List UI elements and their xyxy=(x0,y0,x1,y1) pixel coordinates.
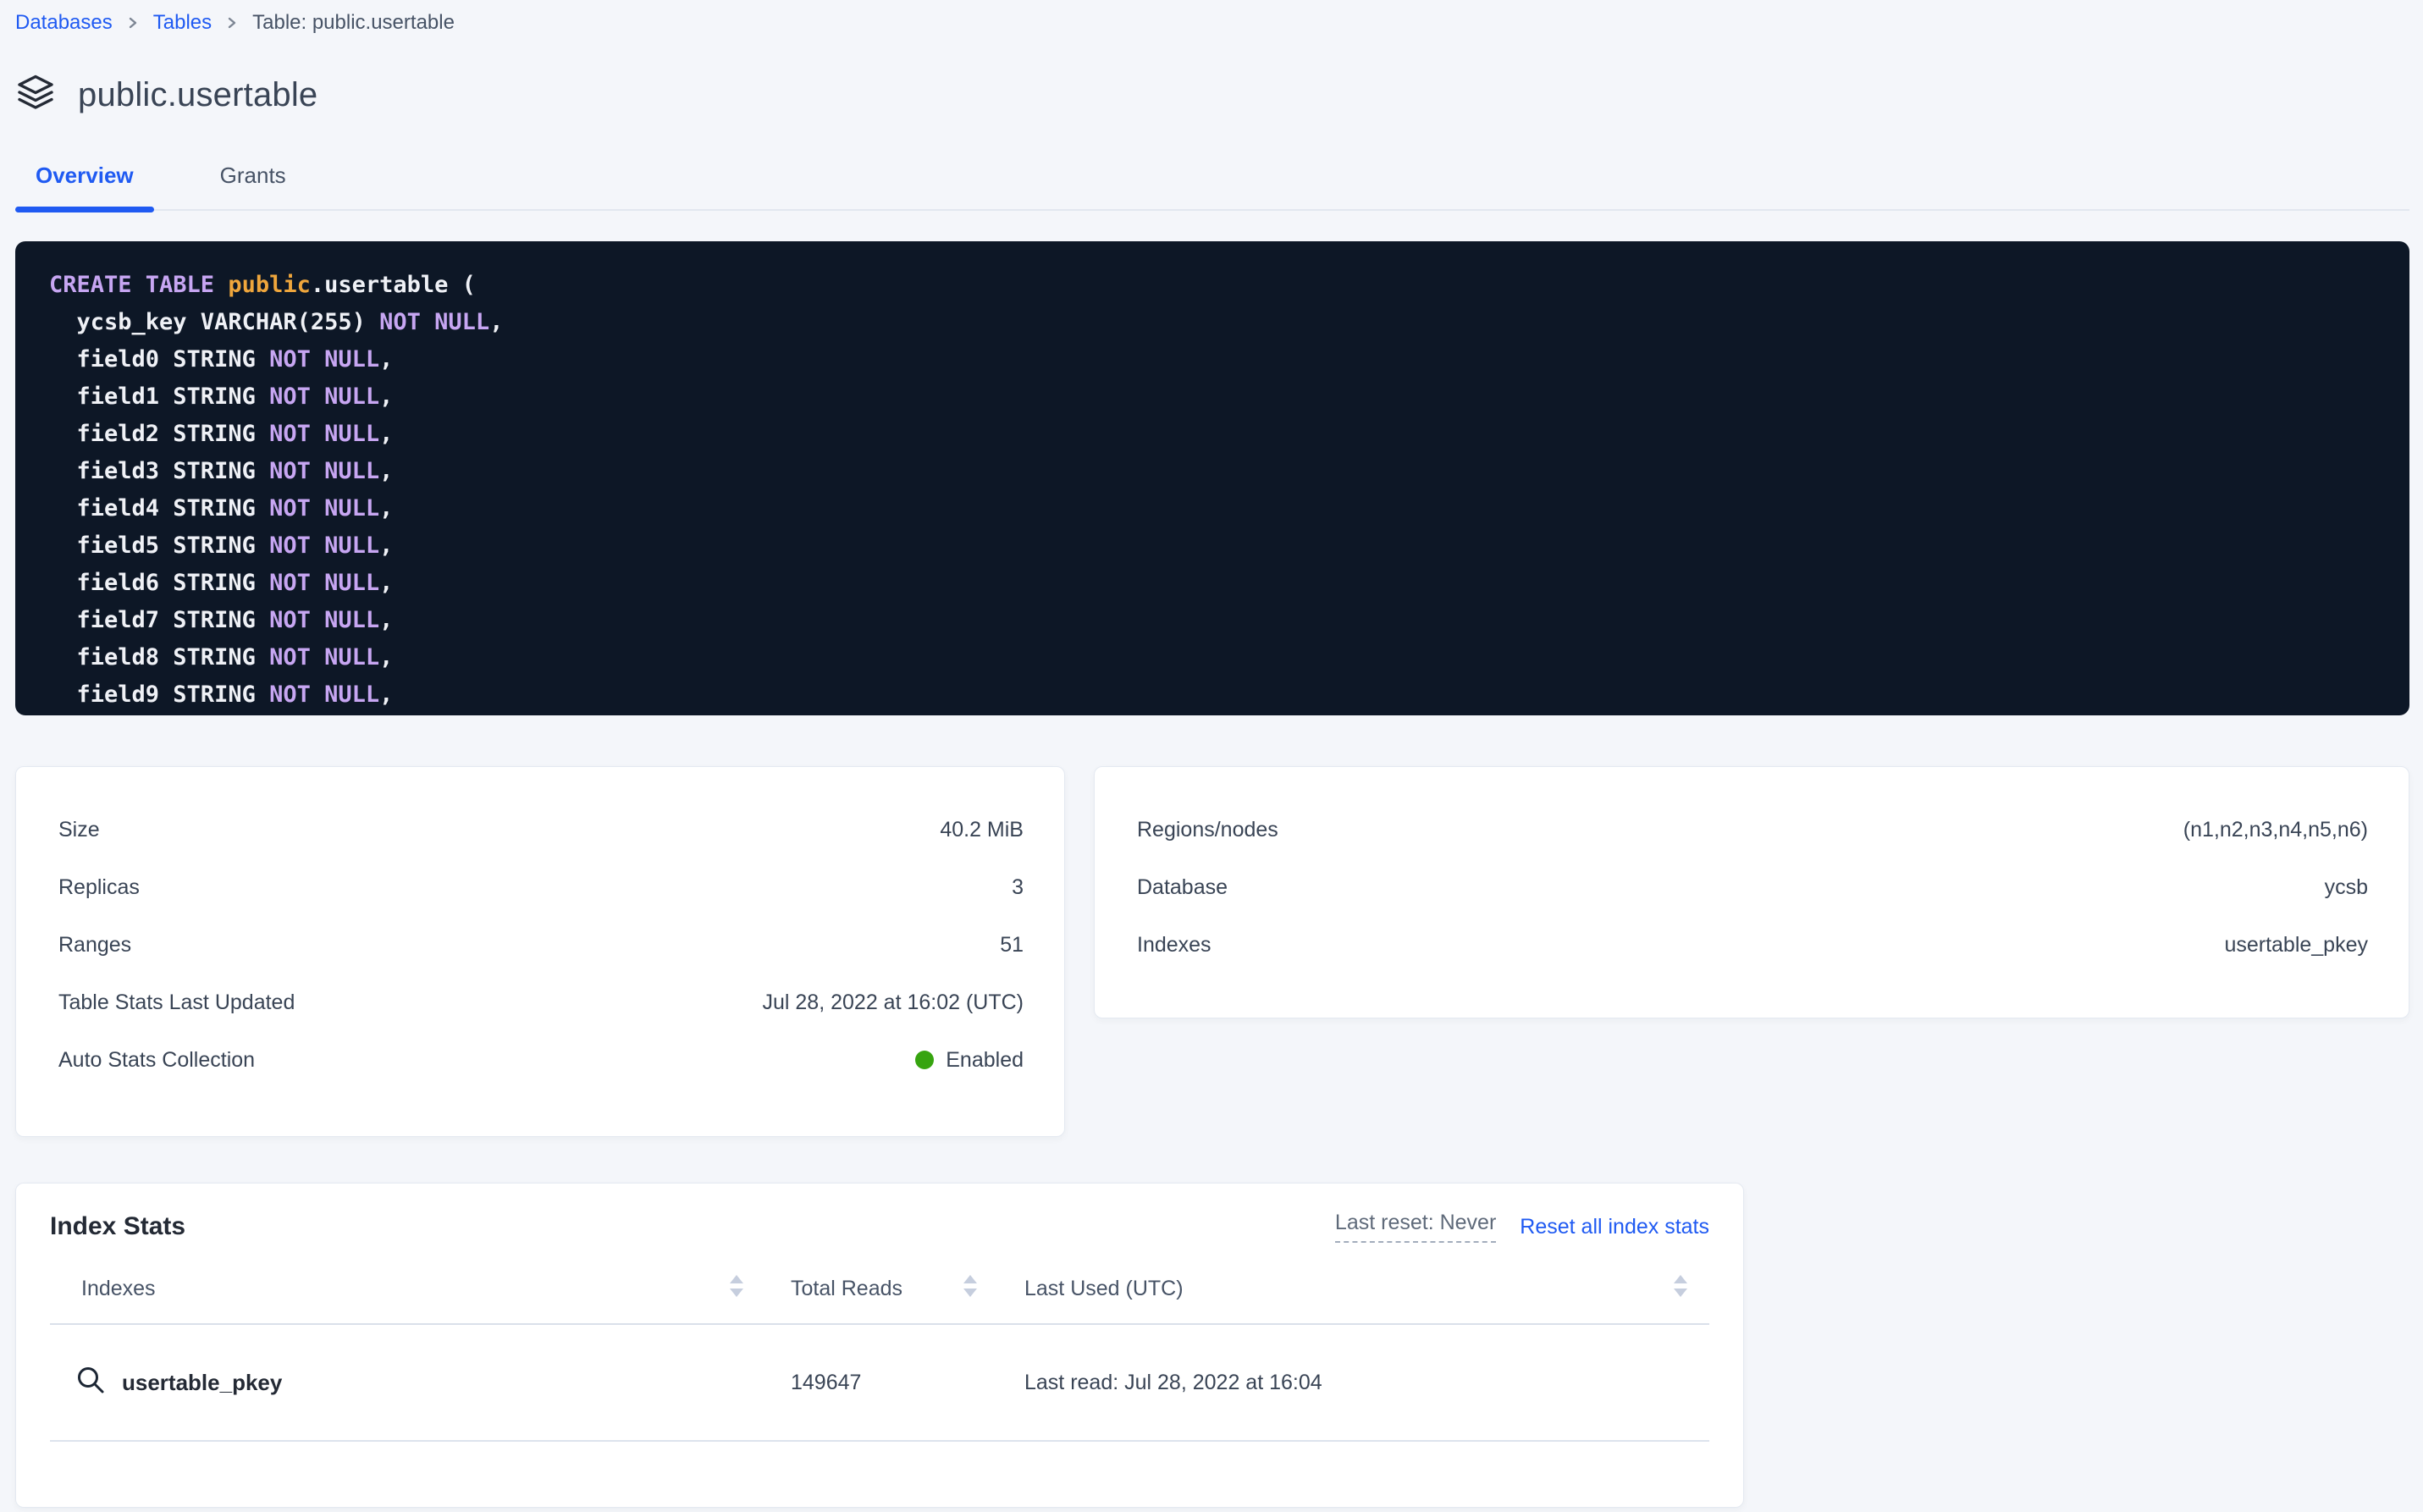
sql-line: field6 STRING NOT NULL, xyxy=(49,565,2376,602)
index-table-header: Indexes Total Reads Last Used (UTC) xyxy=(50,1275,1709,1325)
stat-value: (n1,n2,n3,n4,n5,n6) xyxy=(2183,818,2368,842)
stat-value: 51 xyxy=(1000,933,1024,957)
column-header-indexes[interactable]: Indexes xyxy=(50,1275,765,1303)
chevron-right-icon xyxy=(225,16,239,30)
last-used-cell: Last read: Jul 28, 2022 at 16:04 xyxy=(999,1371,1709,1395)
stat-value: 40.2 MiB xyxy=(940,818,1024,842)
index-name-link[interactable]: usertable_pkey xyxy=(122,1370,282,1396)
breadcrumb-databases[interactable]: Databases xyxy=(15,10,113,36)
chevron-right-icon xyxy=(126,16,140,30)
breadcrumb-tables[interactable]: Tables xyxy=(153,10,212,36)
last-reset-label[interactable]: Last reset: Never xyxy=(1335,1211,1496,1243)
sql-line: field1 STRING NOT NULL, xyxy=(49,378,2376,416)
index-table-row: usertable_pkey 149647 Last read: Jul 28,… xyxy=(50,1325,1709,1442)
tab-bar: Overview Grants xyxy=(15,162,2409,211)
index-stats-header: Index Stats Last reset: Never Reset all … xyxy=(50,1184,1709,1243)
table-location-card: Regions/nodes (n1,n2,n3,n4,n5,n6) Databa… xyxy=(1094,766,2409,1018)
table-details-page: Databases Tables Table: public.usertable… xyxy=(0,0,2423,1512)
column-header-last-used[interactable]: Last Used (UTC) xyxy=(999,1275,1709,1303)
index-stats-card: Index Stats Last reset: Never Reset all … xyxy=(15,1183,1744,1508)
sql-line: CREATE TABLE public.usertable ( xyxy=(49,267,2376,304)
sort-icon xyxy=(963,1275,977,1303)
stat-row-database: Database ycsb xyxy=(1137,858,2368,916)
table-stats-card: Size 40.2 MiB Replicas 3 Ranges 51 Table… xyxy=(15,766,1065,1137)
total-reads-cell: 149647 xyxy=(765,1371,999,1395)
stat-label: Table Stats Last Updated xyxy=(58,991,295,1015)
breadcrumb-current-table: Table: public.usertable xyxy=(252,10,455,36)
index-stats-controls: Last reset: Never Reset all index stats xyxy=(1335,1211,1709,1243)
index-stats-title: Index Stats xyxy=(50,1212,185,1241)
status-text: Enabled xyxy=(946,1048,1024,1073)
stat-value: 3 xyxy=(1012,875,1024,900)
title-row: public.usertable xyxy=(15,73,2409,118)
tab-overview[interactable]: Overview xyxy=(15,162,154,209)
stat-row-auto-stats: Auto Stats Collection Enabled xyxy=(58,1031,1024,1089)
stat-label: Size xyxy=(58,818,100,842)
sql-line: field5 STRING NOT NULL, xyxy=(49,527,2376,565)
sql-line: field0 STRING NOT NULL, xyxy=(49,341,2376,378)
sql-line: field9 STRING NOT NULL, xyxy=(49,676,2376,714)
stat-row-size: Size 40.2 MiB xyxy=(58,801,1024,858)
stat-label: Database xyxy=(1137,875,1228,900)
status-dot-icon xyxy=(915,1051,934,1069)
sql-line: field4 STRING NOT NULL, xyxy=(49,490,2376,527)
breadcrumb: Databases Tables Table: public.usertable xyxy=(15,10,2409,36)
stat-row-replicas: Replicas 3 xyxy=(58,858,1024,916)
sql-line: field3 STRING NOT NULL, xyxy=(49,453,2376,490)
stat-value: ycsb xyxy=(2325,875,2368,900)
stat-row-indexes: Indexes usertable_pkey xyxy=(1137,916,2368,974)
sql-line: field8 STRING NOT NULL, xyxy=(49,639,2376,676)
stat-label: Auto Stats Collection xyxy=(58,1048,255,1073)
index-name-cell: usertable_pkey xyxy=(50,1366,765,1400)
create-table-sql-block: CREATE TABLE public.usertable ( ycsb_key… xyxy=(15,241,2409,715)
stat-value: Enabled xyxy=(915,1048,1024,1073)
stat-row-stats-updated: Table Stats Last Updated Jul 28, 2022 at… xyxy=(58,974,1024,1031)
column-label: Total Reads xyxy=(791,1277,902,1301)
sort-icon xyxy=(730,1275,743,1303)
stat-row-regions: Regions/nodes (n1,n2,n3,n4,n5,n6) xyxy=(1137,801,2368,858)
stat-label: Regions/nodes xyxy=(1137,818,1278,842)
summary-cards-row: Size 40.2 MiB Replicas 3 Ranges 51 Table… xyxy=(15,766,2409,1137)
stat-value: usertable_pkey xyxy=(2224,933,2368,957)
page-title: public.usertable xyxy=(78,76,317,114)
stat-label: Replicas xyxy=(58,875,140,900)
column-header-total-reads[interactable]: Total Reads xyxy=(765,1275,999,1303)
stat-row-ranges: Ranges 51 xyxy=(58,916,1024,974)
sql-code: CREATE TABLE public.usertable ( ycsb_key… xyxy=(49,267,2376,714)
column-label: Last Used (UTC) xyxy=(1024,1277,1184,1301)
stat-label: Indexes xyxy=(1137,933,1212,957)
sql-line: ycsb_key VARCHAR(255) NOT NULL, xyxy=(49,304,2376,341)
sort-icon xyxy=(1674,1275,1687,1303)
reset-index-stats-link[interactable]: Reset all index stats xyxy=(1520,1215,1709,1239)
column-label: Indexes xyxy=(81,1277,156,1301)
stack-icon xyxy=(15,73,56,118)
stat-label: Ranges xyxy=(58,933,131,957)
sql-line: field7 STRING NOT NULL, xyxy=(49,602,2376,639)
sql-line: field2 STRING NOT NULL, xyxy=(49,416,2376,453)
stat-value: Jul 28, 2022 at 16:02 (UTC) xyxy=(763,991,1024,1015)
tab-grants[interactable]: Grants xyxy=(200,162,306,209)
magnifier-icon xyxy=(76,1366,105,1400)
